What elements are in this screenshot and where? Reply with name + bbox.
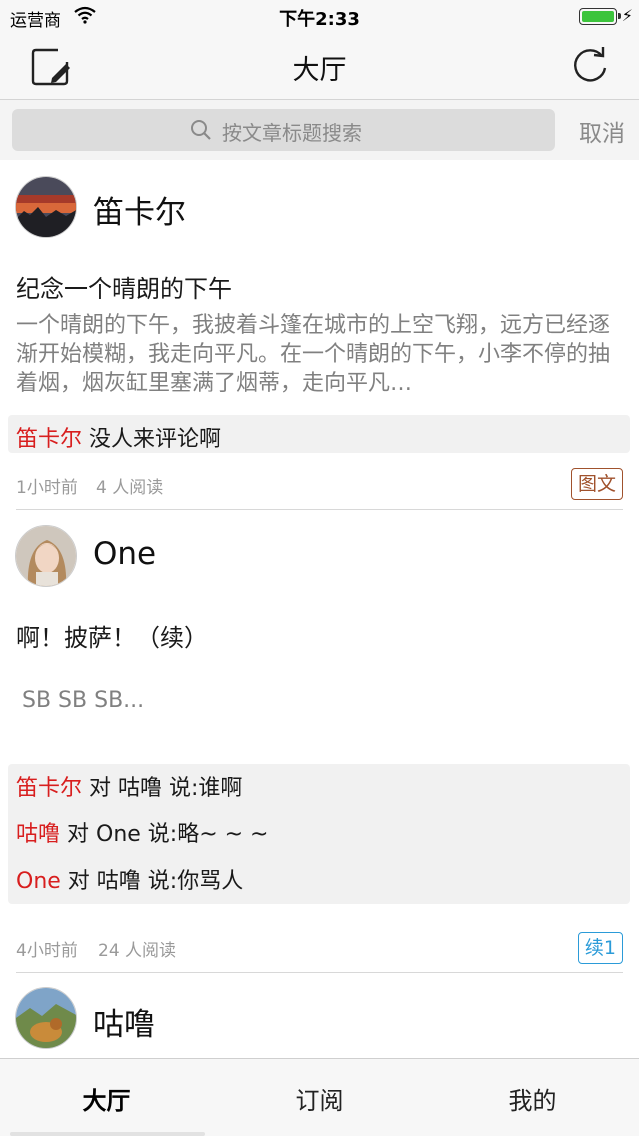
post-read-count: 4 人阅读 — [96, 478, 164, 498]
tab-hall[interactable]: 大厅 — [0, 1081, 213, 1116]
comment-author[interactable]: 咕噜 — [16, 822, 60, 847]
search-input[interactable]: 按文章标题搜索 — [12, 109, 555, 151]
tab-selected-indicator — [10, 1132, 205, 1136]
cancel-button[interactable]: 取消 — [579, 114, 625, 148]
comment-item[interactable]: 咕噜 对 One 说:略~ ~ ~ — [16, 816, 269, 848]
comment-author[interactable]: 笛卡尔 — [16, 427, 82, 452]
comment-author[interactable]: One — [16, 869, 61, 894]
page-title: 大厅 — [292, 55, 347, 86]
status-bar: 运营商 下午2:33 ⚡ — [0, 0, 639, 34]
charging-icon: ⚡ — [621, 6, 633, 25]
battery-icon — [579, 8, 621, 25]
nav-bar: 大厅 — [0, 34, 639, 100]
post-type-badge: 图文 — [570, 468, 623, 500]
post-card[interactable]: 笛卡尔 纪念一个晴朗的下午 一个晴朗的下午，我披着斗篷在城市的上空飞翔，远方已经… — [0, 160, 639, 510]
post-time: 4小时前 — [16, 941, 78, 961]
refresh-icon[interactable] — [569, 44, 611, 86]
post-read-count: 24 人阅读 — [98, 941, 177, 961]
avatar-landscape-image — [16, 988, 76, 1048]
post-card[interactable]: One 啊！披萨！（续） SB SB SB... 笛卡尔 对 咕噜 说:谁啊 咕… — [0, 510, 639, 973]
tab-subscribe[interactable]: 订阅 — [213, 1081, 426, 1116]
comment-list: 笛卡尔 对 咕噜 说:谁啊 咕噜 对 One 说:略~ ~ ~ One 对 咕噜… — [8, 764, 630, 904]
post-author[interactable]: 咕噜 — [93, 999, 155, 1044]
comment-item[interactable]: One 对 咕噜 说:你骂人 — [16, 863, 243, 895]
comment-author[interactable]: 笛卡尔 — [16, 776, 82, 801]
avatar-sunset-image — [16, 177, 76, 237]
post-author[interactable]: 笛卡尔 — [93, 187, 186, 232]
comment-item[interactable]: 笛卡尔 没人来评论啊 — [16, 421, 221, 453]
post-card[interactable]: 咕噜 — [0, 973, 639, 1058]
comment-text: 对 咕噜 说:谁啊 — [82, 776, 243, 801]
avatar-portrait-image — [16, 526, 76, 586]
tab-mine[interactable]: 我的 — [426, 1081, 639, 1116]
comment-list: 笛卡尔 没人来评论啊 — [8, 415, 630, 453]
comment-text: 对 咕噜 说:你骂人 — [60, 869, 244, 894]
post-type-badge: 续1 — [577, 932, 623, 964]
post-summary: 一个晴朗的下午，我披着斗篷在城市的上空飞翔，远方已经逐渐开始模糊，我走向平凡。在… — [16, 313, 611, 396]
post-time: 1小时前 — [16, 478, 78, 498]
search-icon — [191, 120, 211, 140]
avatar[interactable] — [15, 176, 77, 238]
comment-item[interactable]: 笛卡尔 对 咕噜 说:谁啊 — [16, 770, 242, 802]
status-time: 下午2:33 — [279, 9, 360, 30]
post-author[interactable]: One — [93, 536, 156, 572]
avatar[interactable] — [15, 987, 77, 1049]
post-title: 纪念一个晴朗的下午 — [16, 275, 232, 303]
avatar[interactable] — [15, 525, 77, 587]
post-summary: SB SB SB... — [22, 688, 145, 713]
comment-text: 对 One 说:略~ ~ ~ — [60, 822, 269, 847]
tab-bar: 大厅 订阅 我的 — [0, 1058, 639, 1136]
search-placeholder: 按文章标题搜索 — [222, 121, 362, 145]
search-bar: 按文章标题搜索 取消 — [0, 100, 639, 160]
comment-text: 没人来评论啊 — [82, 427, 222, 452]
post-title: 啊！披萨！（续） — [16, 624, 208, 652]
